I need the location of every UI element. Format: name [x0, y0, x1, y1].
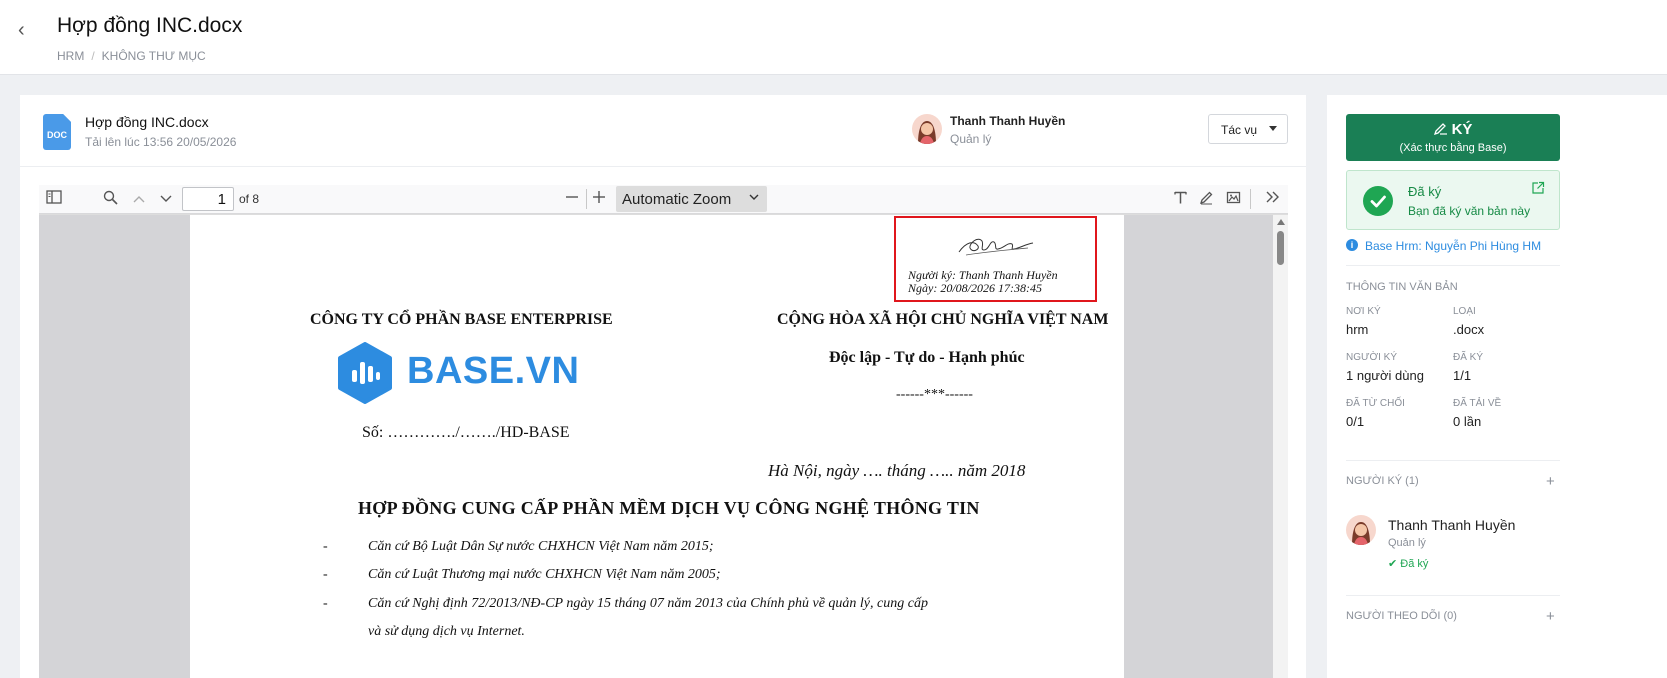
- divider: [1346, 595, 1560, 596]
- meta-label-type: LOẠI: [1453, 306, 1476, 317]
- pdf-viewer: 1 of 8 Automatic Zoom Người ký: Thanh Th…: [39, 185, 1288, 678]
- owner-role: Quản lý: [950, 132, 992, 146]
- pdf-page: Người ký: Thanh Thanh Huyền Ngày: 20/08/…: [190, 215, 1124, 678]
- add-follower-plus-icon[interactable]: +: [1546, 608, 1555, 625]
- avatar: [1346, 515, 1376, 545]
- signature-box[interactable]: Người ký: Thanh Thanh Huyền Ngày: 20/08/…: [894, 216, 1097, 302]
- zoom-select[interactable]: Automatic Zoom: [616, 186, 767, 212]
- signed-status-text: Bạn đã ký văn bản này: [1408, 204, 1531, 218]
- signer-name: Thanh Thanh Huyền: [1388, 517, 1516, 533]
- avatar: [912, 114, 942, 144]
- info-icon: i: [1346, 239, 1358, 251]
- pdf-pages-area[interactable]: Người ký: Thanh Thanh Huyền Ngày: 20/08/…: [39, 215, 1288, 678]
- search-icon[interactable]: [100, 190, 120, 210]
- document-number: Số: …………./……./HD-BASE: [362, 424, 570, 441]
- place-date: Hà Nội, ngày …. tháng ….. năm 2018: [768, 461, 1026, 480]
- upload-time: Tải lên lúc 13:56 20/05/2026: [85, 135, 237, 149]
- meta-value-rejected: 0/1: [1346, 414, 1365, 429]
- caret-down-icon: [1269, 126, 1277, 131]
- page-number-input[interactable]: 1: [182, 187, 234, 211]
- breadcrumb-item-hrm[interactable]: HRM: [57, 49, 84, 63]
- signature-date-line: Ngày: 20/08/2026 17:38:45: [908, 281, 1042, 295]
- image-tool-icon[interactable]: [1223, 190, 1243, 210]
- zoom-out-icon[interactable]: [562, 190, 582, 210]
- divider: [1346, 265, 1560, 266]
- meta-label-downloaded: ĐÃ TẢI VỀ: [1453, 398, 1502, 409]
- meta-label-sign-place: NƠI KÝ: [1346, 306, 1381, 317]
- sidebar-toggle-icon[interactable]: [44, 190, 64, 210]
- top-bar: ‹ Hợp đồng INC.docx HRM / KHÔNG THƯ MỤC: [0, 0, 1667, 75]
- signed-status-box: Đã ký Bạn đã ký văn bản này: [1346, 170, 1560, 230]
- pdf-scrollbar[interactable]: [1273, 215, 1288, 678]
- followers-heading: NGƯỜI THEO DÕI (0): [1346, 610, 1457, 622]
- owner-name: Thanh Thanh Huyền: [950, 114, 1066, 128]
- signature-image: [958, 238, 1034, 256]
- breadcrumb: HRM / KHÔNG THƯ MỤC: [57, 49, 206, 63]
- signed-status-title: Đã ký: [1408, 184, 1442, 199]
- next-page-icon[interactable]: [156, 190, 176, 210]
- signer-status: ✔ Đã ký: [1388, 558, 1429, 570]
- sign-button-label: KÝ: [1451, 121, 1473, 138]
- previous-page-icon[interactable]: [129, 190, 149, 210]
- page-total-label: of 8: [239, 192, 260, 206]
- meta-label-signed: ĐÃ KÝ: [1453, 352, 1484, 363]
- external-link-icon[interactable]: [1531, 181, 1545, 200]
- zoom-in-icon[interactable]: [589, 190, 609, 210]
- bullet-dash: -: [323, 596, 328, 611]
- meta-value-sign-place: hrm: [1346, 322, 1369, 337]
- bullet-dash: -: [323, 539, 328, 554]
- country-header: CỘNG HÒA XÃ HỘI CHỦ NGHĨA VIỆT NAM: [777, 311, 1109, 328]
- sign-button-sublabel: (Xác thực bằng Base): [1399, 142, 1507, 154]
- meta-label-signers: NGƯỜI KÝ: [1346, 352, 1398, 363]
- meta-value-signed: 1/1: [1453, 368, 1472, 383]
- contract-title: HỢP ĐỒNG CUNG CẤP PHẦN MỀM DỊCH VỤ CÔNG …: [358, 498, 980, 518]
- breadcrumb-item-folder[interactable]: KHÔNG THƯ MỤC: [102, 49, 206, 63]
- actions-dropdown-button[interactable]: Tác vụ: [1208, 114, 1288, 144]
- doc-file-icon: DOC: [43, 114, 71, 150]
- toolbar-separator: [1250, 189, 1251, 209]
- back-icon[interactable]: ‹: [18, 20, 38, 40]
- meta-value-downloaded: 0 lần: [1453, 414, 1482, 429]
- chevron-down-icon: [749, 192, 759, 204]
- document-info-heading: THÔNG TIN VĂN BẢN: [1346, 281, 1458, 293]
- signer-role: Quản lý: [1388, 537, 1426, 549]
- document-card: DOC Hợp đồng INC.docx Tải lên lúc 13:56 …: [20, 95, 1306, 678]
- page-title: Hợp đồng INC.docx: [57, 14, 243, 37]
- meta-value-type: .docx: [1453, 322, 1485, 337]
- zoom-value: Automatic Zoom: [622, 191, 732, 208]
- text-tool-icon[interactable]: [1170, 190, 1190, 210]
- bullet-dash: -: [323, 567, 328, 582]
- base-logo-text: BASE.VN: [407, 350, 580, 392]
- file-info-row: DOC Hợp đồng INC.docx Tải lên lúc 13:56 …: [20, 95, 1306, 167]
- pdf-toolbar: 1 of 8 Automatic Zoom: [39, 185, 1288, 214]
- scroll-thumb[interactable]: [1277, 231, 1284, 265]
- national-motto: Độc lập - Tự do - Hạnh phúc: [829, 349, 1025, 366]
- side-panel: KÝ (Xác thực bằng Base) Đã ký Bạn đã ký …: [1327, 95, 1667, 678]
- add-signer-plus-icon[interactable]: +: [1546, 473, 1555, 490]
- divider: [1346, 460, 1560, 461]
- check-circle-icon: [1363, 186, 1393, 216]
- sign-button[interactable]: KÝ (Xác thực bằng Base): [1346, 114, 1560, 161]
- signers-heading: NGƯỜI KÝ (1): [1346, 475, 1419, 487]
- header-ornament: ------***------: [896, 387, 973, 402]
- meta-label-rejected: ĐÃ TỪ CHỐI: [1346, 398, 1405, 409]
- meta-value-signers: 1 người dùng: [1346, 368, 1424, 383]
- more-tools-icon[interactable]: [1262, 190, 1282, 210]
- company-name: CÔNG TY CỔ PHẦN BASE ENTERPRISE: [310, 311, 613, 328]
- breadcrumb-separator: /: [91, 49, 95, 63]
- pen-icon: [1433, 123, 1447, 136]
- scroll-up-arrow-icon[interactable]: [1277, 219, 1285, 225]
- file-name: Hợp đồng INC.docx: [85, 114, 209, 130]
- draw-pen-icon[interactable]: [1196, 190, 1216, 210]
- toolbar-separator: [586, 189, 587, 209]
- base-logo-icon: [337, 342, 393, 409]
- actions-label: Tác vụ: [1221, 123, 1258, 137]
- base-hrm-label: Base Hrm: Nguyễn Phi Hùng HM: [1365, 239, 1542, 253]
